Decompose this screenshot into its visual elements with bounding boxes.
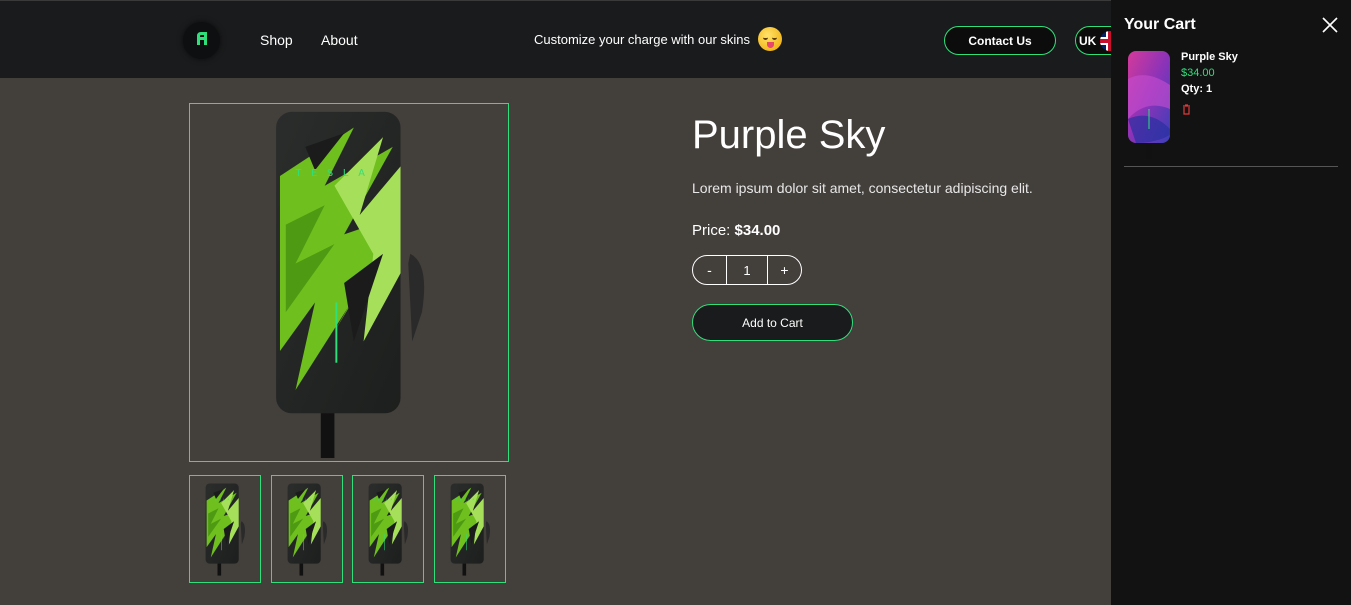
charger-logo-icon <box>194 30 210 51</box>
cart-divider <box>1124 166 1338 167</box>
close-icon[interactable] <box>1321 16 1339 34</box>
trash-icon[interactable] <box>1182 102 1191 115</box>
green-charger-skin-image <box>275 110 426 458</box>
contact-us-button[interactable]: Contact Us <box>944 26 1056 55</box>
add-to-cart-button[interactable]: Add to Cart <box>692 304 853 341</box>
product-thumbnail[interactable] <box>434 475 506 583</box>
language-label: UK <box>1079 33 1097 48</box>
product-description: Lorem ipsum dolor sit amet, consectetur … <box>692 180 1033 196</box>
decrease-quantity-button[interactable]: - <box>693 256 726 284</box>
cart-item-image <box>1125 49 1173 160</box>
product-thumbnail[interactable] <box>189 475 261 583</box>
home-logo-button[interactable] <box>183 22 220 59</box>
cart-item-price: $34.00 <box>1181 67 1215 79</box>
promo-text: Customize your charge with our skins <box>534 31 751 47</box>
quantity-input[interactable]: 1 <box>726 256 768 284</box>
product-price: Price: $34.00 <box>692 222 780 239</box>
price-label: Price: <box>692 222 731 239</box>
product-thumbnail[interactable] <box>352 475 424 583</box>
cart-item-name: Purple Sky <box>1181 51 1238 63</box>
product-title: Purple Sky <box>692 113 886 157</box>
tongue-out-emoji-icon <box>758 27 783 51</box>
cart-title: Your Cart <box>1124 16 1196 33</box>
nav-about-link[interactable]: About <box>321 32 358 48</box>
promo-banner: Customize your charge with our skins <box>534 25 783 53</box>
product-thumbnail[interactable] <box>271 475 343 583</box>
nav-shop-link[interactable]: Shop <box>260 32 293 48</box>
increase-quantity-button[interactable]: + <box>768 256 801 284</box>
cart-item-quantity: Qty: 1 <box>1181 83 1213 95</box>
product-main-image <box>189 103 509 462</box>
price-value: $34.00 <box>734 222 781 239</box>
cart-drawer: Your Cart Purple Sky $34.00 Qty: 1 <box>1111 0 1351 605</box>
quantity-stepper: - 1 + <box>692 255 802 285</box>
